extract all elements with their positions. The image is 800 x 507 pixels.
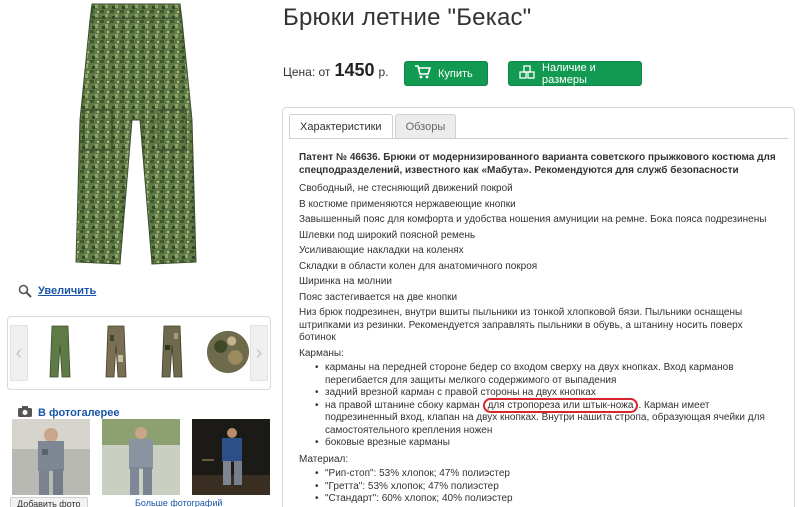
product-info-panel: Характеристики Обзоры Патент № 46636. Бр… xyxy=(282,107,795,507)
feature-item: Шлевки под широкий поясной ремень xyxy=(299,229,476,241)
stock-sizes-button[interactable]: Наличие и размеры xyxy=(508,61,642,86)
zoom-link[interactable]: Увеличить xyxy=(38,285,96,297)
gallery-photo[interactable] xyxy=(102,419,180,495)
zoom-control[interactable]: Увеличить xyxy=(18,284,96,298)
material-title: Материал: xyxy=(299,453,349,465)
tab-reviews[interactable]: Обзоры xyxy=(394,114,457,138)
tab-characteristics[interactable]: Характеристики xyxy=(289,114,393,138)
carousel-prev-button[interactable]: ‹ xyxy=(10,325,28,381)
price-currency: р. xyxy=(378,65,389,79)
magnifier-icon xyxy=(18,284,32,298)
highlighted-text: для стропореза или штык-ножа xyxy=(482,397,639,413)
info-tabs: Характеристики Обзоры xyxy=(289,114,457,138)
gallery-photo[interactable] xyxy=(12,419,90,495)
buy-button[interactable]: Купить xyxy=(404,61,488,86)
feature-item: Пояс застегивается на две кнопки xyxy=(299,291,458,303)
pocket-item: на правой штанине сбоку карман для строп… xyxy=(315,397,779,438)
carousel-next-button[interactable]: › xyxy=(250,325,268,381)
thumbnail-item[interactable] xyxy=(94,321,138,383)
description-intro: Патент № 46636. Брюки от модернизированн… xyxy=(299,152,776,176)
characteristics-content: Патент № 46636. Брюки от модернизированн… xyxy=(299,152,779,507)
material-list: "Рип-стоп": 53% хлопок; 47% полиэстер "Г… xyxy=(315,468,779,506)
boxes-icon xyxy=(519,65,535,82)
material-item: "Гретта": 53% хлопок; 47% полиэстер xyxy=(315,481,779,494)
feature-item: Ширинка на молнии xyxy=(299,276,392,287)
cart-icon xyxy=(415,65,432,82)
pocket-item: боковые врезные карманы xyxy=(315,437,779,450)
price-label: Цена: от xyxy=(283,65,331,79)
feature-item: Складки в области колен для анатомичного… xyxy=(299,260,538,272)
product-title: Брюки летние "Бекас" xyxy=(283,4,532,31)
thumbnail-item[interactable] xyxy=(150,321,194,383)
product-media: Увеличить ‹ › В фотогалерее Добавить фот… xyxy=(0,0,280,507)
feature-item: Низ брюк подрезинен, внутри вшиты пыльни… xyxy=(299,307,743,343)
thumbnail-item[interactable] xyxy=(38,321,82,383)
pockets-title: Карманы: xyxy=(299,347,344,359)
product-main-photo[interactable] xyxy=(40,0,230,275)
stock-sizes-button-label: Наличие и размеры xyxy=(542,61,596,86)
feature-item: Свободный, не стесняющий движений покрой xyxy=(299,183,513,194)
feature-item: В костюме применяются нержавеющие кнопки xyxy=(299,198,516,210)
thumbnail-carousel: ‹ › xyxy=(7,316,271,390)
gallery-title[interactable]: В фотогалерее xyxy=(38,407,120,419)
price-block: Цена: от 1450 р. xyxy=(283,60,389,81)
pockets-list: карманы на передней стороне бедер со вхо… xyxy=(315,362,779,450)
thumbnail-item[interactable] xyxy=(206,321,250,383)
gallery-photo[interactable] xyxy=(192,419,270,495)
pocket-item: карманы на передней стороне бедер со вхо… xyxy=(315,362,779,387)
thumbnail-list xyxy=(38,321,250,383)
gallery-photos xyxy=(12,419,270,495)
material-item: "Рип-стоп": 53% хлопок; 47% полиэстер xyxy=(315,468,779,481)
more-photos-link[interactable]: Больше фотографий xyxy=(135,498,222,507)
price-value: 1450 xyxy=(334,60,375,80)
buy-button-label: Купить xyxy=(438,67,473,80)
pocket-text: на правой штанине сбоку карман xyxy=(325,399,483,411)
feature-item: Завышенный пояс для комфорта и удобства … xyxy=(299,214,767,225)
add-photo-button[interactable]: Добавить фото xyxy=(10,497,88,507)
feature-item: Усиливающие накладки на коленях xyxy=(299,245,464,256)
material-item: "Стандарт": 60% хлопок; 40% полиэстер xyxy=(315,493,779,506)
